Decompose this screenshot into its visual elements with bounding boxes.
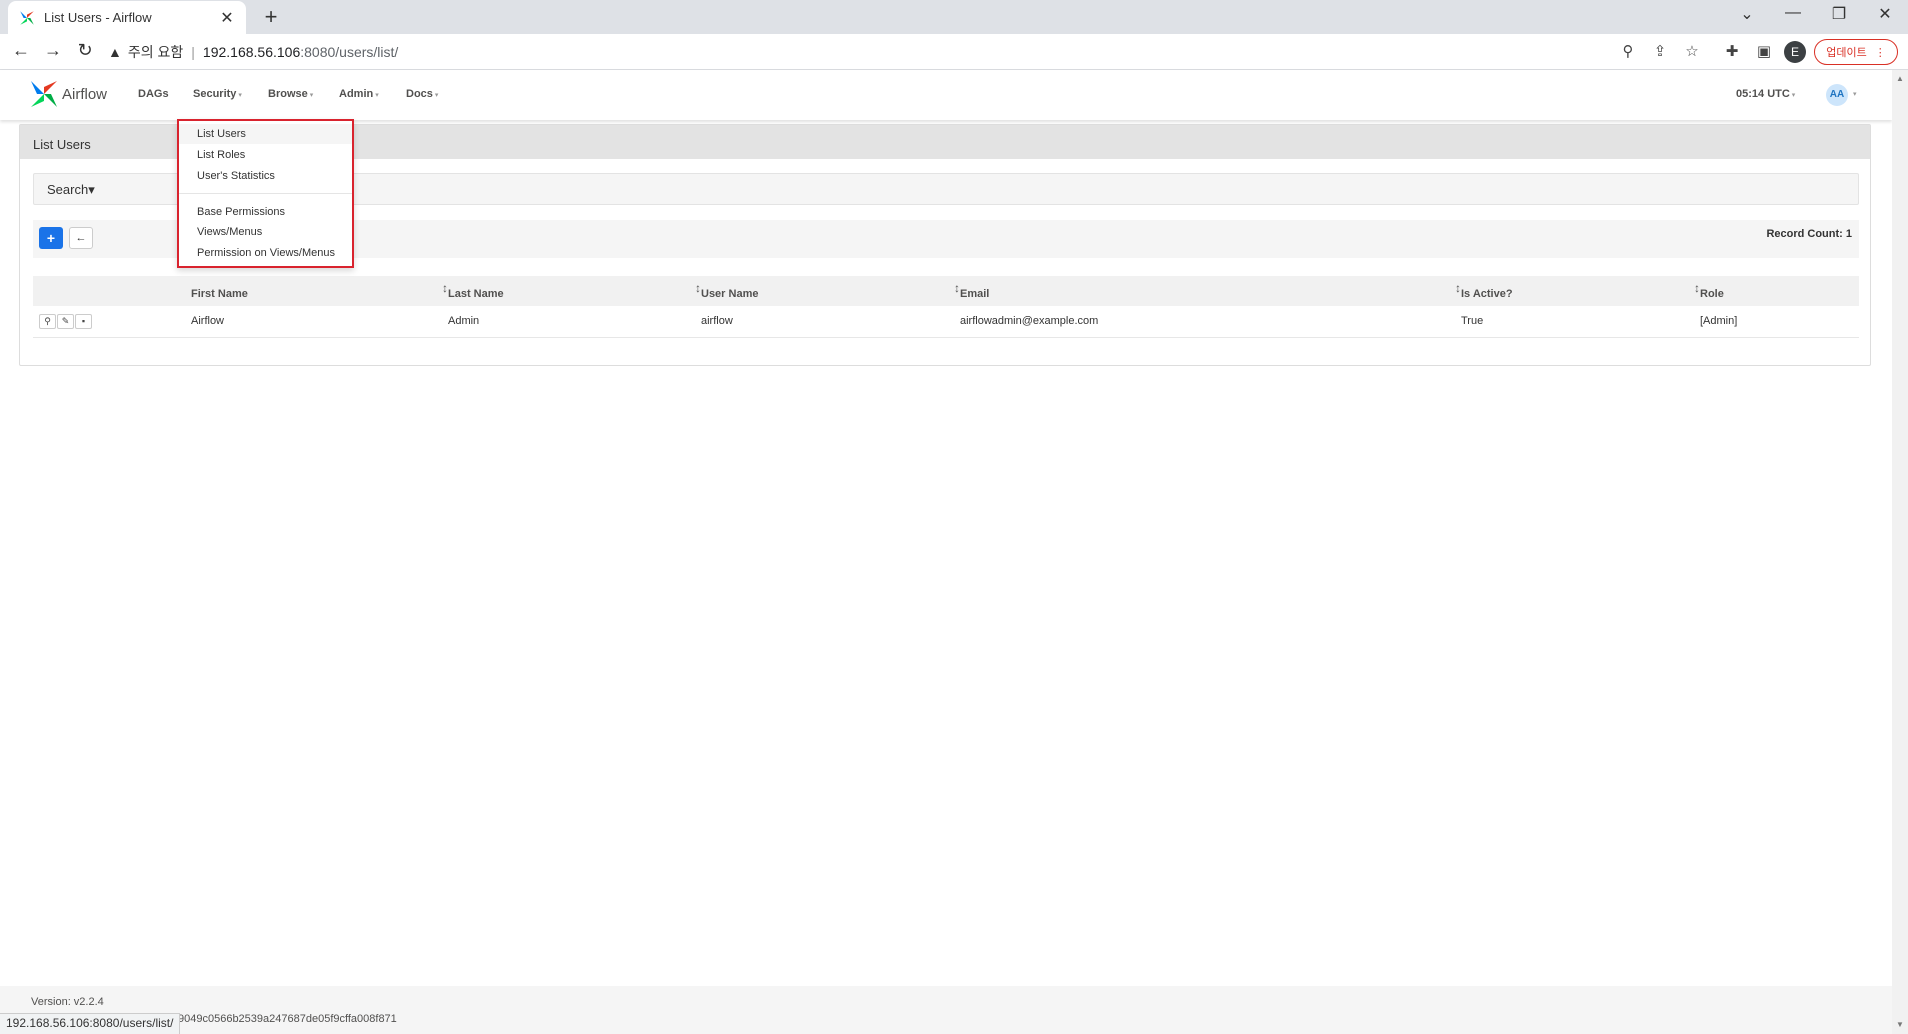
record-count: Record Count: 1 bbox=[1766, 228, 1852, 240]
side-panel-icon[interactable]: ▣ bbox=[1753, 42, 1775, 60]
header-email[interactable]: Email ↕ bbox=[960, 276, 1461, 306]
scroll-down-icon[interactable]: ▼ bbox=[1892, 1020, 1908, 1029]
user-avatar[interactable]: AA bbox=[1826, 84, 1848, 106]
browser-tab-strip: List Users - Airflow ✕ + ⌄ — ❐ ✕ bbox=[0, 0, 1908, 34]
cell-email: airflowadmin@example.com bbox=[960, 306, 1461, 338]
security-warning[interactable]: 주의 요함 bbox=[128, 42, 183, 62]
reload-icon[interactable]: ↻ bbox=[72, 40, 98, 61]
url-path: :8080/users/list/ bbox=[300, 44, 399, 60]
tab-title: List Users - Airflow bbox=[44, 10, 152, 25]
chevron-down-icon: ▾ bbox=[238, 92, 242, 99]
url-host: 192.168.56.106 bbox=[202, 44, 301, 60]
chevron-down-icon[interactable]: ▾ bbox=[1853, 90, 1857, 98]
browser-status-url: 192.168.56.106:8080/users/list/ bbox=[0, 1013, 181, 1034]
header-last-name[interactable]: Last Name ↕ bbox=[448, 276, 701, 306]
update-label: 업데이트 bbox=[1826, 47, 1867, 59]
brand-name: Airflow bbox=[62, 85, 108, 103]
airflow-logo-icon bbox=[31, 81, 57, 107]
row-actions: ⚲ ✎ ▪ bbox=[33, 306, 191, 338]
back-button[interactable]: ← bbox=[69, 227, 93, 249]
omnibox-separator: | bbox=[191, 44, 195, 60]
zoom-icon[interactable]: ⚲ bbox=[1617, 42, 1639, 60]
more-menu-icon: ⋮ bbox=[1874, 46, 1886, 59]
forward-arrow-icon[interactable]: → bbox=[40, 40, 66, 61]
url-input[interactable]: ▲ 주의 요함 | 192.168.56.106:8080/users/list… bbox=[108, 38, 1408, 66]
menu-item-list-users[interactable]: List Users bbox=[179, 124, 352, 144]
caret-down-icon: ▾ bbox=[88, 182, 95, 197]
cell-role: [Admin] bbox=[1700, 306, 1859, 338]
utc-clock[interactable]: 05:14 UTC ▾ bbox=[1736, 88, 1795, 100]
header-first-name[interactable]: First Name ↕ bbox=[191, 276, 448, 306]
menu-item-permission-on-views-menus[interactable]: Permission on Views/Menus bbox=[179, 243, 352, 263]
version-text: Version: v2.2.4 bbox=[31, 996, 104, 1008]
bookmark-star-icon[interactable]: ☆ bbox=[1681, 42, 1703, 60]
cell-first-name: Airflow bbox=[191, 306, 448, 338]
delete-record-trash-icon[interactable]: ▪ bbox=[75, 313, 92, 329]
address-bar: ← → ↻ ▲ 주의 요함 | 192.168.56.106:8080/user… bbox=[0, 34, 1908, 70]
nav-docs[interactable]: Docs ▾ bbox=[406, 88, 438, 100]
chevron-down-icon: ▾ bbox=[434, 92, 439, 99]
menu-item-base-permissions[interactable]: Base Permissions bbox=[179, 202, 352, 222]
header-is-active[interactable]: Is Active? ↕ bbox=[1461, 276, 1700, 306]
share-icon[interactable]: ⇪ bbox=[1649, 42, 1671, 60]
nav-browse[interactable]: Browse ▾ bbox=[268, 88, 313, 100]
page-scrollbar[interactable]: ▲ ▼ bbox=[1892, 70, 1908, 1034]
airflow-favicon-icon bbox=[20, 10, 34, 25]
back-arrow-icon[interactable]: ← bbox=[8, 40, 34, 61]
new-tab-button[interactable]: + bbox=[258, 4, 284, 30]
minimize-icon[interactable]: — bbox=[1778, 4, 1808, 22]
nav-admin[interactable]: Admin ▾ bbox=[339, 88, 379, 100]
nav-security[interactable]: Security ▾ bbox=[193, 88, 242, 100]
edit-record-icon[interactable]: ✎ bbox=[57, 313, 74, 329]
close-window-icon[interactable]: ✕ bbox=[1870, 4, 1900, 24]
close-tab-icon[interactable]: ✕ bbox=[218, 8, 236, 28]
table-header-row: First Name ↕ Last Name ↕ User Name ↕ Email ↕… bbox=[33, 276, 1859, 306]
browser-tab[interactable]: List Users - Airflow ✕ bbox=[8, 1, 246, 34]
chevron-down-icon: ▾ bbox=[1791, 92, 1796, 99]
actions-header bbox=[33, 276, 191, 306]
nav-dags[interactable]: DAGs bbox=[138, 88, 169, 100]
chevron-down-icon: ▾ bbox=[375, 92, 379, 99]
git-commit-link[interactable]: 9049c0566b2539a247687de05f9cffa008f871 bbox=[178, 1013, 397, 1025]
menu-divider bbox=[179, 193, 352, 194]
cell-last-name: Admin bbox=[448, 306, 701, 338]
cell-user-name: airflow bbox=[701, 306, 960, 338]
chevron-down-icon: ▾ bbox=[309, 92, 314, 99]
scroll-up-icon[interactable]: ▲ bbox=[1892, 74, 1908, 83]
add-user-button[interactable]: + bbox=[39, 227, 63, 249]
update-button[interactable]: 업데이트 ⋮ bbox=[1814, 39, 1898, 65]
header-user-name[interactable]: User Name ↕ bbox=[701, 276, 960, 306]
menu-item-user-statistics[interactable]: User's Statistics bbox=[179, 166, 352, 186]
restore-icon[interactable]: ❐ bbox=[1824, 4, 1854, 24]
menu-item-list-roles[interactable]: List Roles bbox=[179, 145, 352, 165]
warning-triangle-icon[interactable]: ▲ bbox=[108, 44, 122, 60]
extensions-puzzle-icon[interactable]: ✚ bbox=[1721, 42, 1743, 60]
airflow-navbar: Airflow DAGs Security ▾ Browse ▾ Admin ▾ Do… bbox=[0, 70, 1892, 120]
table-row: ⚲ ✎ ▪ Airflow Admin airflow airflowadmin… bbox=[33, 306, 1859, 338]
show-record-search-icon[interactable]: ⚲ bbox=[39, 313, 56, 329]
profile-avatar[interactable]: E bbox=[1784, 41, 1806, 63]
page-footer: Version: v2.2.4 9049c0566b2539a247687de0… bbox=[0, 986, 1892, 1034]
tab-search-icon[interactable]: ⌄ bbox=[1732, 4, 1762, 24]
security-dropdown-menu: List Users List Roles User's Statistics … bbox=[177, 119, 354, 268]
menu-item-views-menus[interactable]: Views/Menus bbox=[179, 222, 352, 242]
header-role[interactable]: Role bbox=[1700, 276, 1859, 306]
search-label: Search bbox=[47, 182, 89, 197]
airflow-brand[interactable]: Airflow bbox=[28, 78, 107, 110]
users-table: First Name ↕ Last Name ↕ User Name ↕ Email ↕… bbox=[33, 276, 1859, 338]
cell-is-active: True bbox=[1461, 306, 1700, 338]
